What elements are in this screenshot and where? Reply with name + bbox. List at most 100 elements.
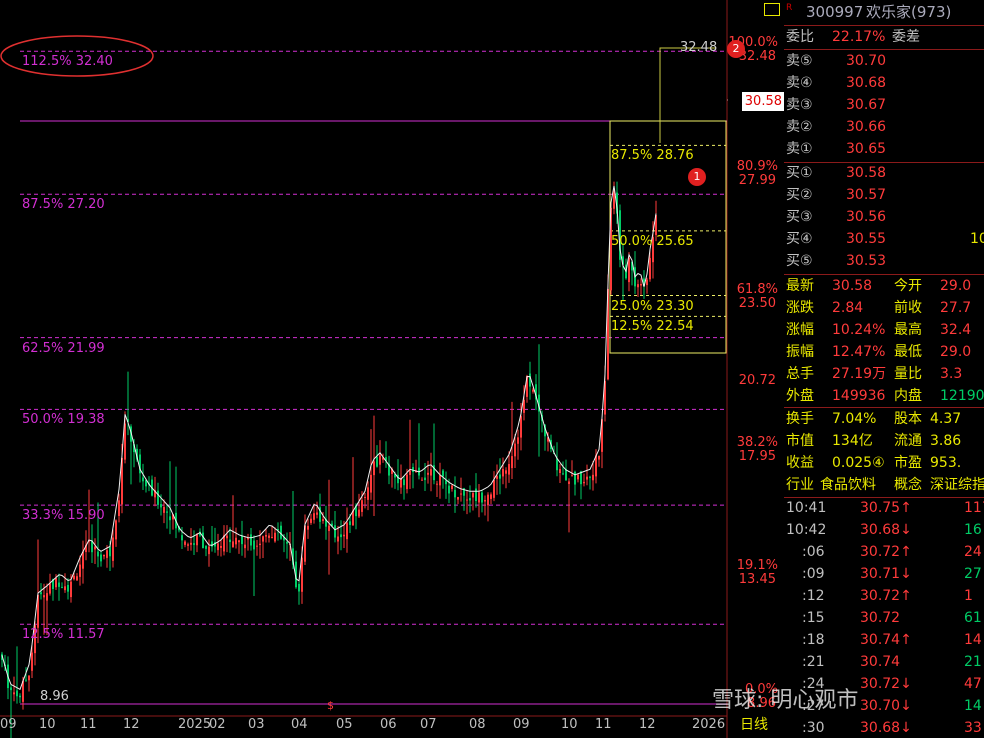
quote-field-label: 涨幅	[786, 322, 814, 338]
fib-level-label: 112.5% 32.40	[22, 54, 113, 70]
candle-body	[187, 544, 189, 546]
buy-level-price: 30.53	[846, 253, 887, 269]
tick-volume: 24	[964, 544, 982, 560]
marker-2[interactable]: 2	[727, 40, 745, 58]
window-toggle-icon[interactable]	[764, 3, 780, 16]
tick-price: 30.71↓	[860, 566, 912, 582]
x-axis-tick: 09	[513, 717, 530, 732]
candle-body	[337, 536, 339, 542]
candlestick-chart[interactable]	[0, 0, 728, 738]
sell-level-price: 30.66	[846, 119, 887, 135]
stock-chart-window: 112.5% 32.40 87.5% 27.20 62.5% 21.99 50.0% …	[0, 0, 984, 738]
candle-body	[40, 592, 42, 595]
candle-body	[493, 479, 495, 498]
candle-body	[583, 481, 585, 484]
candle-body	[142, 477, 144, 482]
fundamental-label: 行业	[786, 477, 814, 493]
candle-body	[115, 520, 117, 540]
x-axis-tick: 03	[248, 717, 265, 732]
candle-body	[457, 497, 459, 500]
fundamental-value: 7.04%	[832, 411, 877, 427]
candle-body	[451, 485, 453, 490]
refresh-icon[interactable]: R	[786, 2, 792, 14]
tick-volume: 14	[964, 632, 982, 648]
sell-level-label: 卖⑤	[786, 53, 813, 69]
candle-body	[520, 416, 522, 438]
candle-body	[196, 534, 198, 546]
candle-body	[250, 534, 252, 546]
tick-volume: 27	[964, 566, 982, 582]
candle-body	[556, 458, 558, 471]
tick-time: :21	[802, 654, 825, 670]
axis-pct-label: 80.9%	[736, 158, 778, 174]
tick-volume: 47	[964, 676, 982, 692]
buy-level-label: 买⑤	[786, 253, 813, 269]
quote-field-label: 振幅	[786, 344, 814, 360]
fundamental-label: 收益	[786, 455, 814, 471]
candle-body	[484, 500, 486, 502]
candle-body	[181, 535, 183, 541]
tick-volume: 16	[964, 522, 982, 538]
sub-fib-label: 12.5% 22.54	[611, 319, 694, 335]
tick-price: 30.74	[860, 654, 901, 670]
sell-level-price: 30.68	[846, 75, 887, 91]
tick-price: 30.68↓	[860, 720, 912, 736]
candle-body	[469, 498, 471, 501]
quote-field-value: 27.7	[940, 300, 972, 316]
candle-body	[499, 474, 501, 479]
quote-field-value: 27.19万	[832, 366, 887, 382]
buy-level-volume: 10	[970, 231, 984, 247]
candle-body	[253, 540, 255, 550]
candle-body	[220, 545, 222, 548]
candle-body	[478, 492, 480, 503]
x-axis-tick: 12	[639, 717, 656, 732]
candle-body	[562, 473, 564, 475]
tick-time: :06	[802, 544, 825, 560]
buy-level-label: 买④	[786, 231, 813, 247]
candle-body	[442, 470, 444, 477]
candle-body	[157, 490, 159, 505]
candle-body	[58, 582, 60, 587]
candle-body	[346, 522, 348, 540]
tick-time: :24	[802, 676, 825, 692]
quote-field-value: 12190	[940, 388, 984, 404]
marker-1[interactable]: 1	[688, 168, 706, 186]
candle-body	[10, 687, 12, 691]
x-axis-tick: 2026	[692, 717, 726, 732]
candle-body	[343, 534, 345, 537]
sell-level-label: 卖④	[786, 75, 813, 91]
quote-field-value: 12.47%	[832, 344, 886, 360]
candle-body	[454, 489, 456, 498]
candle-body	[502, 469, 504, 477]
candle-body	[238, 540, 240, 543]
candle-body	[322, 519, 324, 521]
sub-fib-label: 87.5% 28.76	[611, 148, 694, 164]
period-label[interactable]: 日线	[740, 718, 768, 732]
candle-body	[19, 695, 21, 698]
candle-body	[490, 494, 492, 499]
sell-level-price: 30.70	[846, 53, 887, 69]
candle-body	[61, 586, 63, 588]
tick-time: :27	[802, 698, 825, 714]
quote-field-value: 149936	[832, 388, 886, 404]
candle-body	[376, 456, 378, 467]
candle-body	[628, 257, 630, 283]
tick-price: 30.72↑	[860, 544, 912, 560]
candle-body	[286, 541, 288, 544]
fib-level-label: 62.5% 21.99	[22, 340, 105, 356]
candle-body	[409, 470, 411, 475]
candle-body	[235, 537, 237, 545]
candle-body	[307, 525, 309, 530]
candle-body	[82, 551, 84, 569]
candle-body	[97, 551, 99, 557]
candle-body	[313, 513, 315, 520]
candle-body	[646, 279, 648, 286]
candle-body	[100, 554, 102, 562]
x-axis-tick: 10	[39, 717, 56, 732]
candle-body	[193, 543, 195, 545]
quote-field-label: 外盘	[786, 388, 814, 404]
fundamental-label: 市值	[786, 433, 814, 449]
x-axis-tick: 07	[420, 717, 437, 732]
candle-body	[73, 575, 75, 580]
candle-body	[406, 474, 408, 490]
